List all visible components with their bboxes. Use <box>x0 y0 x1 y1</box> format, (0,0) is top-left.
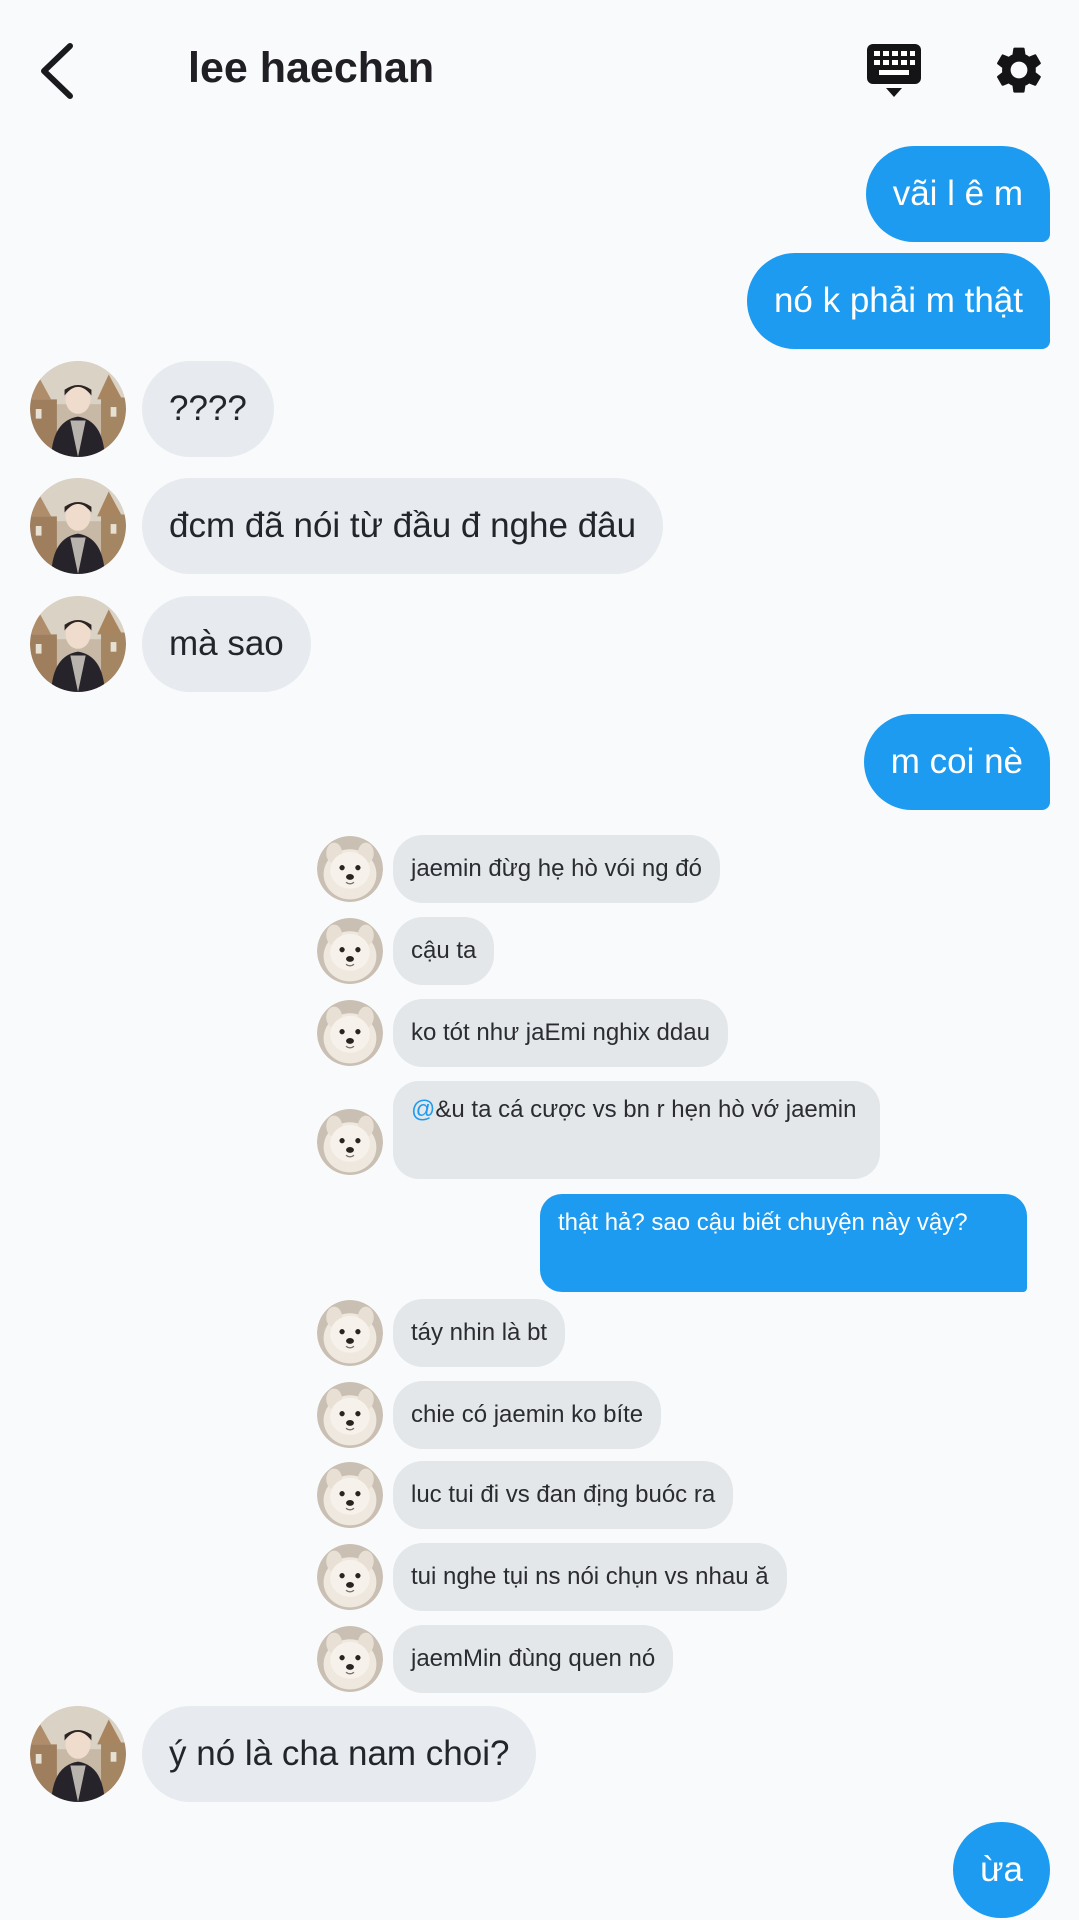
screenshot-bubble: @&u ta cá cược vs bn r hẹn hò vớ jaemin <box>393 1081 880 1179</box>
screenshot-message-received: jaemMin đùng quen nó <box>317 1625 674 1693</box>
message-sent[interactable]: m coi nè <box>863 714 1050 810</box>
avatar[interactable] <box>30 596 126 692</box>
dog-avatar <box>317 1109 383 1175</box>
screenshot-message-received: @&u ta cá cược vs bn r hẹn hò vớ jaemin <box>317 1081 880 1179</box>
message-received[interactable]: đcm đã nói từ đầu đ nghe đâu <box>30 478 664 574</box>
sent-bubble: ừa <box>953 1822 1050 1918</box>
message-sent[interactable]: vãi l ê m <box>865 146 1050 242</box>
message-received[interactable]: ý nó là cha nam choi? <box>30 1706 537 1802</box>
screenshot-bubble: táy nhin là bt <box>393 1299 566 1367</box>
settings-button[interactable] <box>991 42 1047 98</box>
dog-avatar <box>317 1300 383 1366</box>
sent-bubble: vãi l ê m <box>865 146 1050 242</box>
screenshot-bubble: cậu ta <box>393 917 495 985</box>
screenshot-message-received: ko tót như jaEmi nghix ddau <box>317 999 728 1067</box>
avatar[interactable] <box>30 361 126 457</box>
dog-avatar <box>317 1382 383 1448</box>
avatar[interactable] <box>30 1706 126 1802</box>
dog-avatar <box>317 1626 383 1692</box>
received-bubble: mà sao <box>142 596 311 692</box>
avatar[interactable] <box>30 478 126 574</box>
screenshot-message-received: jaemin đừg hẹ hò vói ng đó <box>317 835 720 903</box>
keyboard-button[interactable] <box>866 42 922 100</box>
message-sent[interactable]: ừa <box>953 1822 1050 1918</box>
screenshot-message-received: chie có jaemin ko bíte <box>317 1381 662 1449</box>
mention-symbol: @ <box>411 1096 436 1123</box>
screenshot-bubble: jaemMin đùng quen nó <box>393 1625 674 1693</box>
screenshot-bubble: jaemin đừg hẹ hò vói ng đó <box>393 835 720 903</box>
back-button[interactable] <box>34 40 82 102</box>
screenshot-message-received: táy nhin là bt <box>317 1299 566 1367</box>
sent-bubble: m coi nè <box>863 714 1050 810</box>
message-sent[interactable]: nó k phải m thật <box>746 253 1050 349</box>
received-bubble: ý nó là cha nam choi? <box>142 1706 537 1802</box>
screenshot-message-received: luc tui đi vs đan địng buóc ra <box>317 1461 734 1529</box>
dog-avatar <box>317 1462 383 1528</box>
gear-icon <box>997 47 1041 93</box>
keyboard-icon <box>867 44 921 97</box>
dog-avatar <box>317 1000 383 1066</box>
screenshot-message-received: cậu ta <box>317 917 495 985</box>
contact-name[interactable]: lee haechan <box>188 44 434 93</box>
screenshot-bubble: chie có jaemin ko bíte <box>393 1381 662 1449</box>
screenshot-bubble: tui nghe tụi ns nói chụn vs nhau ă <box>393 1543 787 1611</box>
screenshot-bubble-text: &u ta cá cược vs bn r hẹn hò vớ jaemin <box>435 1096 857 1123</box>
message-received[interactable]: ???? <box>30 361 274 457</box>
screenshot-bubble: ko tót như jaEmi nghix ddau <box>393 999 728 1067</box>
screenshot-message-received: tui nghe tụi ns nói chụn vs nhau ă <box>317 1543 787 1611</box>
dog-avatar <box>317 1544 383 1610</box>
message-received[interactable]: mà sao <box>30 596 311 692</box>
received-bubble: đcm đã nói từ đầu đ nghe đâu <box>142 478 664 574</box>
dog-avatar <box>317 918 383 984</box>
dog-avatar <box>317 836 383 902</box>
screenshot-message-sent: thật hả? sao cậu biết chuyện này vậy? <box>540 1194 1027 1292</box>
screenshot-sent-bubble: thật hả? sao cậu biết chuyện này vậy? <box>540 1194 1027 1292</box>
screenshot-bubble: luc tui đi vs đan địng buóc ra <box>393 1461 734 1529</box>
received-bubble: ???? <box>142 361 274 457</box>
chat-header: lee haechan <box>0 0 1079 140</box>
sent-bubble: nó k phải m thật <box>746 253 1050 349</box>
chevron-left-icon <box>41 43 73 99</box>
